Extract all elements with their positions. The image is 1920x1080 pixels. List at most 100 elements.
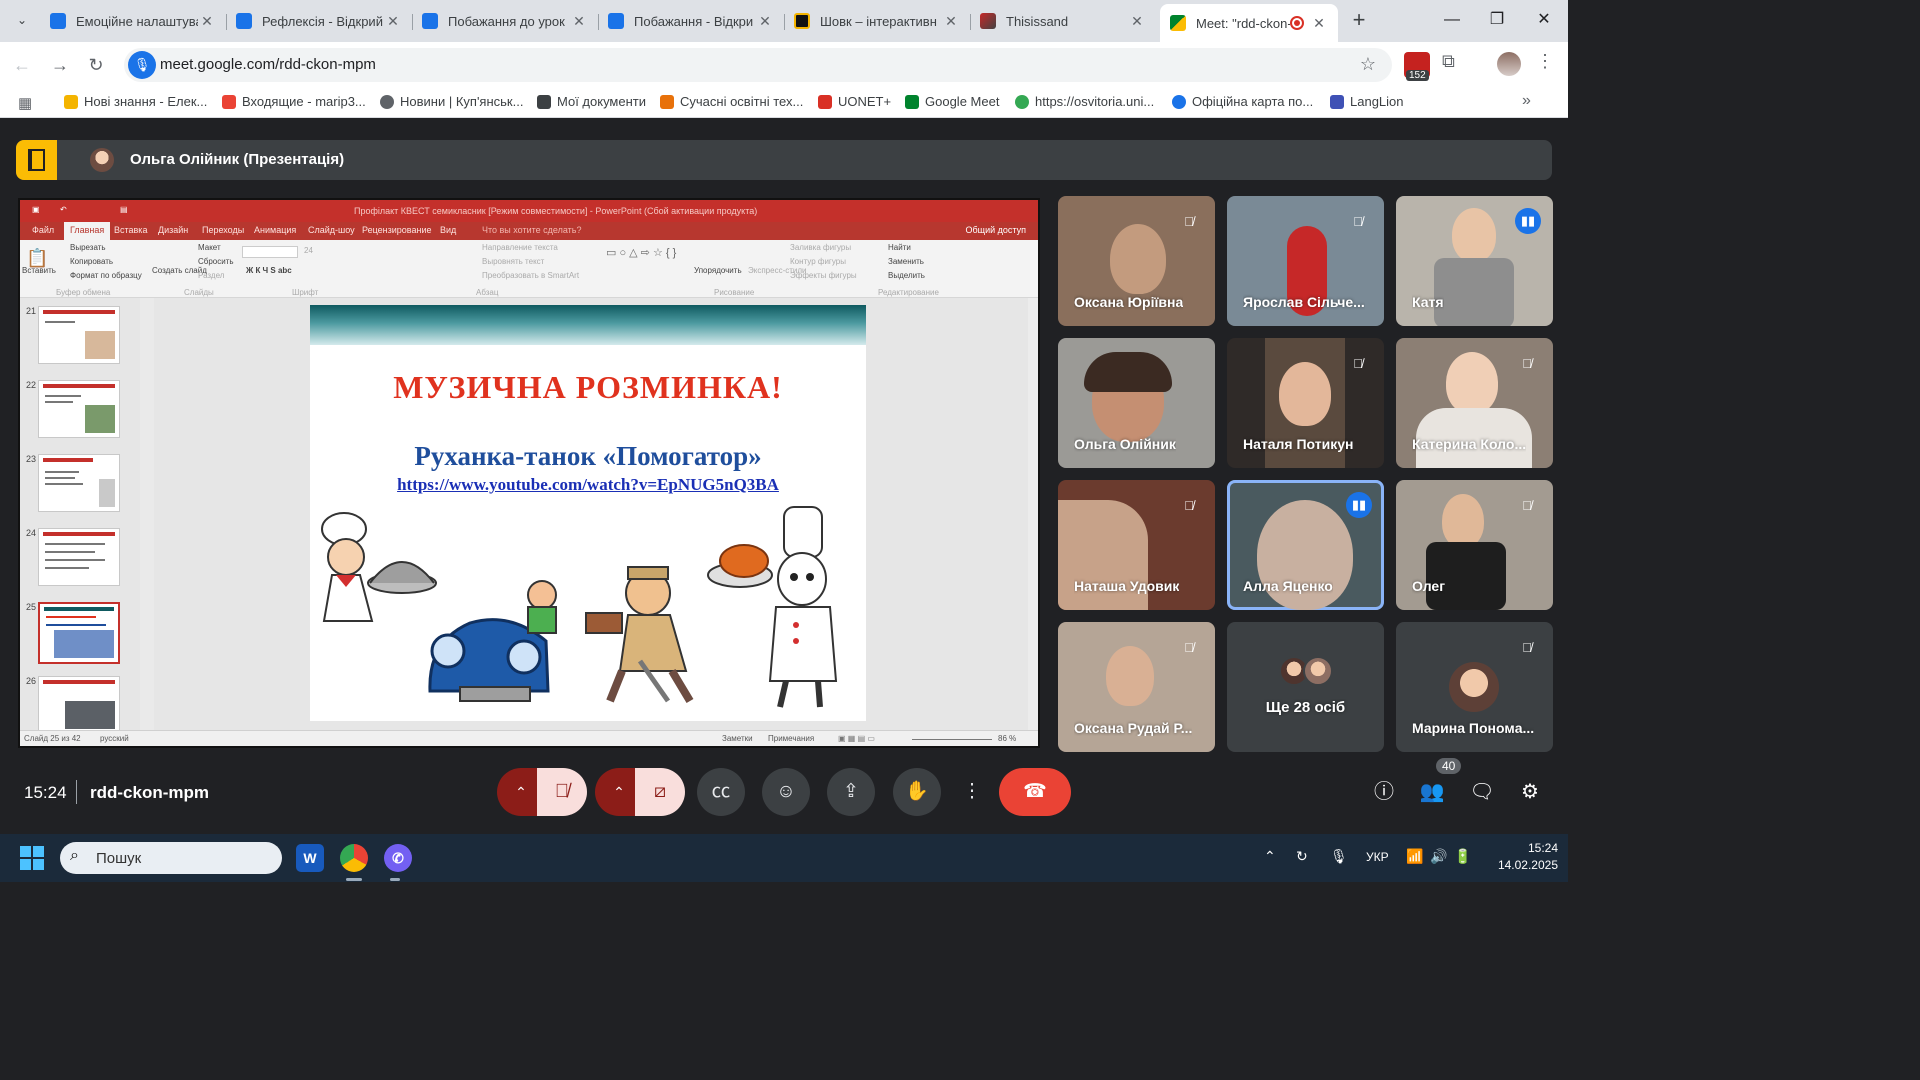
microphone-off-button[interactable]: 🎙̸ (537, 768, 587, 816)
browser-tab[interactable]: Емоційне налаштува ✕ (40, 5, 227, 37)
mic-muted-icon: 🎙̸ (1353, 356, 1363, 371)
sync-icon[interactable]: ↻ (1296, 848, 1308, 865)
bookmark-item[interactable]: Нові знання - Елек... (64, 94, 207, 109)
captions-button[interactable]: ㏄ (697, 768, 745, 816)
participant-name: Катерина Коло... (1412, 436, 1527, 452)
viber-app-icon[interactable]: ✆ (384, 844, 412, 872)
close-tab-icon[interactable]: ✕ (756, 13, 774, 30)
participant-name: Олег (1412, 578, 1446, 594)
people-count-badge: 40 (1436, 758, 1462, 774)
browser-tab[interactable]: Thisissand ✕ (970, 5, 1156, 37)
participant-tile[interactable]: 🎙̸ Оксана Рудай Р... (1058, 622, 1215, 752)
url-text[interactable]: meet.google.com/rdd-ckon-mpm (160, 56, 376, 73)
volume-icon[interactable]: 🔊 (1430, 848, 1447, 865)
back-arrow-icon[interactable]: ← (8, 51, 36, 79)
apps-grid-icon[interactable]: ▦ (18, 94, 32, 112)
raise-hand-button[interactable]: ✋ (893, 768, 941, 816)
activities-icon[interactable]: ⚙ (1512, 774, 1548, 810)
people-icon[interactable]: 👥 (1414, 774, 1450, 810)
browser-tab[interactable]: Шовк – інтерактивн ✕ (784, 5, 971, 37)
windows-start-icon[interactable] (20, 846, 44, 870)
participant-tile[interactable]: 🎙̸ Наталя Потикун (1227, 338, 1384, 468)
close-tab-icon[interactable]: ✕ (198, 13, 216, 30)
browser-tab[interactable]: Побажання - Відкри ✕ (598, 5, 785, 37)
bookmark-item[interactable]: Мої документи (537, 94, 646, 109)
close-tab-icon[interactable]: ✕ (1310, 15, 1328, 32)
participant-tile[interactable]: 🎙̸ Марина Пономa... (1396, 622, 1553, 752)
restore-icon[interactable]: ❐ (1477, 6, 1517, 34)
participant-tile[interactable]: 🎙̸ Ярослав Сільче... (1227, 196, 1384, 326)
participant-tile[interactable]: 🎙̸ Оксана Юріївна (1058, 196, 1215, 326)
browser-tab-active[interactable]: Meet: "rdd-ckon- ✕ (1160, 4, 1338, 42)
bookmark-item[interactable]: Новини | Куп'янськ... (380, 94, 523, 109)
meeting-info-icon[interactable]: ⓘ (1366, 774, 1402, 810)
pp-tab: Вид (440, 225, 457, 235)
bookmark-item[interactable]: LangLion (1330, 94, 1404, 109)
browser-tab[interactable]: Побажання до урок ✕ (412, 5, 599, 37)
present-screen-button[interactable]: ⇪ (827, 768, 875, 816)
participant-tile[interactable]: 🎙̸ Наташа Удовик (1058, 480, 1215, 610)
active-app-indicator (346, 878, 362, 881)
participant-tile[interactable]: Ольга Олійник (1058, 338, 1215, 468)
bookmarks-overflow-chevron-icon[interactable]: » (1522, 92, 1531, 110)
address-bar[interactable]: 🎙 meet.google.com/rdd-ckon-mpm ☆ (124, 48, 1392, 82)
close-tab-icon[interactable]: ✕ (942, 13, 960, 30)
tray-overflow-chevron-icon[interactable]: ⌃ (1264, 848, 1276, 865)
emoji-reactions-button[interactable]: ☺ (762, 768, 810, 816)
thumb-number: 24 (26, 528, 37, 538)
more-menu-icon[interactable]: ⋮ (1536, 51, 1554, 72)
tab-search-chevron-icon[interactable]: ⌄ (8, 8, 36, 32)
more-participants-tile[interactable]: Ще 28 осіб (1227, 622, 1384, 752)
bookmark-item[interactable]: Офіційна карта по... (1172, 94, 1313, 109)
pp-notes: Заметки (722, 734, 753, 743)
pp-tab: Файл (32, 225, 55, 235)
taskbar-time[interactable]: 15:24 (1508, 841, 1558, 855)
participant-video (1446, 352, 1498, 414)
extensions-puzzle-icon[interactable]: ⧉ (1442, 51, 1455, 72)
thumb-number: 23 (26, 454, 37, 464)
chrome-app-icon[interactable] (340, 844, 368, 872)
close-tab-icon[interactable]: ✕ (570, 13, 588, 30)
save-icon: ▣ (32, 205, 40, 214)
close-tab-icon[interactable]: ✕ (1128, 13, 1146, 30)
input-language[interactable]: УКР (1366, 850, 1389, 864)
bookmark-item[interactable]: Сучасні освітні тех... (660, 94, 803, 109)
forward-arrow-icon[interactable]: → (46, 51, 74, 79)
minimize-icon[interactable]: — (1432, 6, 1472, 34)
participant-tile[interactable]: 🎙̸ Катерина Коло... (1396, 338, 1553, 468)
pp-group-label: Редактирование (878, 288, 939, 297)
bookmark-star-icon[interactable]: ☆ (1360, 54, 1376, 75)
bookmark-item[interactable]: UONET+ (818, 94, 891, 109)
participant-tile[interactable]: ▮▮ Катя (1396, 196, 1553, 326)
more-options-button[interactable]: ⋮ (958, 768, 986, 816)
close-window-icon[interactable]: ✕ (1524, 6, 1564, 34)
new-tab-plus-icon[interactable]: + (1346, 8, 1372, 34)
battery-icon[interactable]: 🔋 (1454, 848, 1471, 865)
more-participants-label: Ще 28 осіб (1265, 699, 1346, 716)
participant-tile[interactable]: 🎙̸ Олег (1396, 480, 1553, 610)
bookmark-item[interactable]: https://osvitoria.uni... (1015, 94, 1154, 109)
wifi-icon[interactable]: 📶 (1406, 848, 1423, 865)
leave-call-button[interactable]: ☎ (999, 768, 1071, 816)
slide-thumbnails-pane: 21 22 23 24 25 26 (20, 298, 140, 730)
pp-replace: Заменить (888, 257, 924, 266)
slide-thumbnail-active (38, 602, 120, 664)
pp-zoom: 86 % (998, 734, 1017, 743)
jamboard-icon (50, 13, 66, 29)
chat-icon[interactable]: 🗨 (1464, 774, 1500, 810)
bookmark-item[interactable]: Входящие - marip3... (222, 94, 366, 109)
browser-tab[interactable]: Рефлексія - Відкрий ✕ (226, 5, 413, 37)
pp-tab: Слайд-шоу (308, 225, 355, 235)
taskbar-date[interactable]: 14.02.2025 (1484, 858, 1558, 872)
word-app-icon[interactable]: W (296, 844, 324, 872)
camera-off-button[interactable]: ⧄ (635, 768, 685, 816)
close-tab-icon[interactable]: ✕ (384, 13, 402, 30)
microphone-tray-icon[interactable]: 🎙 (1330, 848, 1348, 865)
microphone-in-use-icon[interactable]: 🎙 (128, 51, 156, 79)
extension-badge-count: 152 (1406, 70, 1429, 81)
reload-icon[interactable]: ↻ (82, 51, 110, 79)
profile-avatar[interactable] (1497, 52, 1521, 76)
participant-tile-active-speaker[interactable]: ▮▮ Алла Яценко (1227, 480, 1384, 610)
taskbar-search[interactable]: ⌕ Пошук (60, 842, 282, 874)
bookmark-item[interactable]: Google Meet (905, 94, 999, 109)
